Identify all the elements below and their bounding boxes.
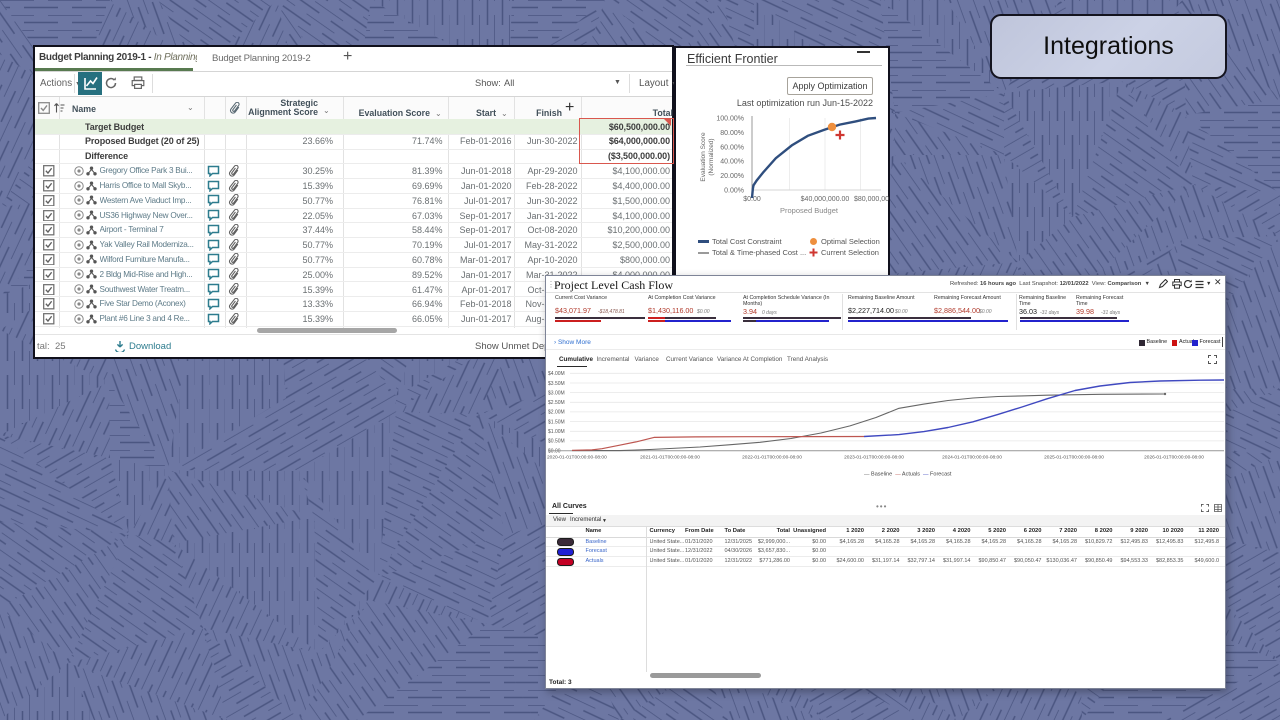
svg-text:$1.00M: $1.00M — [548, 429, 565, 435]
svg-text:$3.50M: $3.50M — [548, 381, 565, 387]
svg-text:$80,000,00: $80,000,00 — [854, 196, 889, 203]
svg-text:0.00%: 0.00% — [724, 188, 744, 195]
svg-text:2024-01-01T00:00:00-08:00: 2024-01-01T00:00:00-08:00 — [942, 455, 1002, 461]
svg-text:2020-01-01T00:00:00-08:00: 2020-01-01T00:00:00-08:00 — [547, 455, 607, 461]
svg-text:20.00%: 20.00% — [720, 173, 744, 180]
svg-text:$2.00M: $2.00M — [548, 410, 565, 416]
svg-text:100.00%: 100.00% — [716, 116, 744, 123]
svg-text:$0.00: $0.00 — [548, 448, 561, 454]
svg-text:60.00%: 60.00% — [720, 144, 744, 151]
svg-text:— Baseline — Actuals — Forec: — Baseline — Actuals — Forecast — [864, 472, 952, 478]
svg-text:$3.00M: $3.00M — [548, 390, 565, 396]
svg-text:$2.50M: $2.50M — [548, 400, 565, 406]
svg-text:2025-01-01T00:00:00-08:00: 2025-01-01T00:00:00-08:00 — [1044, 455, 1104, 461]
svg-text:Proposed Budget: Proposed Budget — [780, 206, 839, 215]
svg-text:(Normalized): (Normalized) — [708, 138, 715, 175]
svg-text:$0.50M: $0.50M — [548, 439, 565, 445]
svg-text:80.00%: 80.00% — [720, 130, 744, 137]
svg-text:$1.50M: $1.50M — [548, 419, 565, 425]
svg-text:Evaluation Score: Evaluation Score — [700, 132, 707, 182]
svg-text:2021-01-01T00:00:00-08:00: 2021-01-01T00:00:00-08:00 — [640, 455, 700, 461]
svg-text:$40,000,000.00: $40,000,000.00 — [801, 196, 850, 203]
svg-text:2023-01-01T00:00:00-08:00: 2023-01-01T00:00:00-08:00 — [844, 455, 904, 461]
svg-text:$4.00M: $4.00M — [548, 371, 565, 377]
svg-text:2022-01-01T00:00:00-08:00: 2022-01-01T00:00:00-08:00 — [742, 455, 802, 461]
svg-text:2026-01-01T00:00:00-08:00: 2026-01-01T00:00:00-08:00 — [1144, 455, 1204, 461]
svg-text:40.00%: 40.00% — [720, 159, 744, 166]
